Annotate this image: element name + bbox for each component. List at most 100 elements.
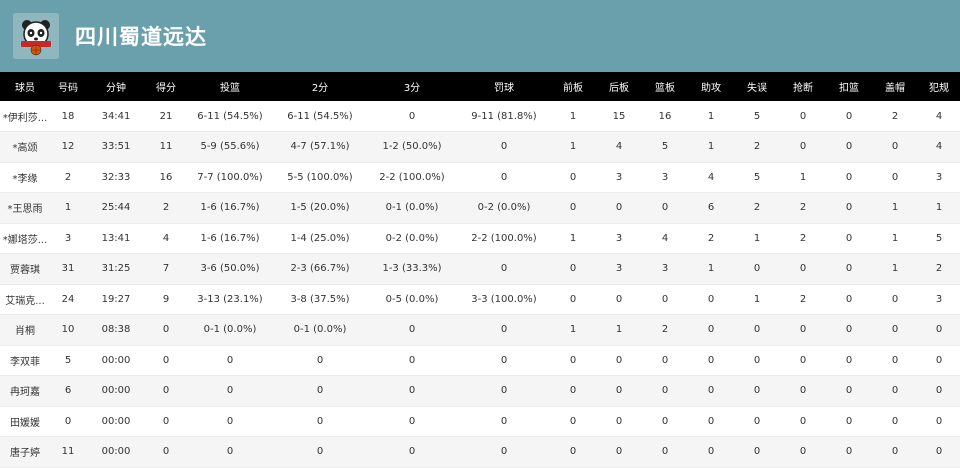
player-name-cell[interactable]: 肖桐 bbox=[0, 314, 50, 346]
player-name-cell[interactable]: *李缘 bbox=[0, 162, 50, 193]
stat-cell: 1-6 (16.7%) bbox=[186, 192, 274, 224]
stat-cell: 32:33 bbox=[86, 162, 146, 193]
column-header[interactable]: 球员 bbox=[0, 72, 50, 101]
player-name-cell[interactable]: *高颂 bbox=[0, 131, 50, 163]
table-row[interactable]: 艾瑞克... 24 19:27 9 3-13 (23.1%) 3-8 (37.5%) 0-5… bbox=[0, 284, 960, 315]
column-header[interactable]: 2分 bbox=[274, 72, 366, 101]
stat-cell: 0 bbox=[872, 131, 918, 163]
table-row[interactable]: 唐子婷 11 00:00 0 0 0 0 0 0 0 0 0 0 0 0 0 0 bbox=[0, 436, 960, 468]
stat-cell: 0 bbox=[186, 375, 274, 407]
column-header[interactable]: 扣篮 bbox=[826, 72, 872, 101]
table-row[interactable]: 贾蓉琪 31 31:25 7 3-6 (50.0%) 2-3 (66.7%) 1-3 (33… bbox=[0, 253, 960, 285]
stat-cell: 0 bbox=[366, 314, 458, 346]
stat-cell: 0 bbox=[734, 406, 780, 437]
table-row[interactable]: 肖桐 10 08:38 0 0-1 (0.0%) 0-1 (0.0%) 0 0 1 1 2 0 0 0 0 0… bbox=[0, 314, 960, 346]
stat-cell: 0 bbox=[734, 375, 780, 407]
stat-cell: 2 bbox=[918, 253, 960, 285]
stat-cell: 0 bbox=[688, 406, 734, 437]
player-stats-table: 球员 号码 分钟 得分 投篮 2分 3分 罚球 前板 后板 篮板 助攻 失误 抢断 扣篮 盖帽 犯规 *伊利莎.… bbox=[0, 72, 960, 468]
stat-cell: 2-3 (66.7%) bbox=[274, 253, 366, 285]
stat-cell: 0 bbox=[550, 375, 596, 407]
stat-cell: 0 bbox=[642, 375, 688, 407]
stat-cell: 0 bbox=[274, 406, 366, 437]
stat-cell: 0 bbox=[458, 375, 550, 407]
stat-cell: 34:41 bbox=[86, 101, 146, 132]
stat-cell: 5 bbox=[642, 131, 688, 163]
stat-cell: 0 bbox=[826, 436, 872, 468]
stat-cell: 6 bbox=[688, 192, 734, 224]
stat-cell: 0 bbox=[780, 375, 826, 407]
stat-cell: 0 bbox=[734, 345, 780, 376]
stat-cell: 0 bbox=[550, 284, 596, 315]
stat-cell: 0 bbox=[780, 406, 826, 437]
table-body: *伊利莎... 18 34:41 21 6-11 (54.5%) 6-11 (54.5%)… bbox=[0, 101, 960, 468]
player-name-cell[interactable]: 艾瑞克... bbox=[0, 284, 50, 315]
player-name-cell[interactable]: *伊利莎... bbox=[0, 101, 50, 132]
column-header[interactable]: 投篮 bbox=[186, 72, 274, 101]
stat-cell: 4 bbox=[918, 131, 960, 163]
table-row[interactable]: 李双菲 5 00:00 0 0 0 0 0 0 0 0 0 0 0 0 0 0 bbox=[0, 345, 960, 376]
stat-cell: 0 bbox=[918, 345, 960, 376]
stat-cell: 1 bbox=[734, 223, 780, 254]
column-header[interactable]: 3分 bbox=[366, 72, 458, 101]
column-header[interactable]: 篮板 bbox=[642, 72, 688, 101]
stat-cell: 1 bbox=[596, 314, 642, 346]
stat-cell: 15 bbox=[596, 101, 642, 132]
column-header[interactable]: 助攻 bbox=[688, 72, 734, 101]
column-header[interactable]: 号码 bbox=[50, 72, 86, 101]
stat-cell: 0 bbox=[734, 253, 780, 285]
table-row[interactable]: *高颂 12 33:51 11 5-9 (55.6%) 4-7 (57.1%) 1-2 (5… bbox=[0, 131, 960, 163]
table-row[interactable]: 冉珂嘉 6 00:00 0 0 0 0 0 0 0 0 0 0 0 0 0 0 bbox=[0, 375, 960, 407]
stat-cell: 2 bbox=[872, 101, 918, 132]
table-row[interactable]: *李缘 2 32:33 16 7-7 (100.0%) 5-5 (100.0%) 2-2 (… bbox=[0, 162, 960, 193]
table-row[interactable]: *王思雨 1 25:44 2 1-6 (16.7%) 1-5 (20.0%) 0-1 (0.… bbox=[0, 192, 960, 224]
player-name-cell[interactable]: 贾蓉琪 bbox=[0, 253, 50, 285]
stat-cell: 0 bbox=[734, 314, 780, 346]
column-header[interactable]: 前板 bbox=[550, 72, 596, 101]
column-header[interactable]: 盖帽 bbox=[872, 72, 918, 101]
player-name-cell[interactable]: 唐子婷 bbox=[0, 436, 50, 468]
stat-cell: 0 bbox=[274, 375, 366, 407]
stat-cell: 0 bbox=[688, 375, 734, 407]
stat-cell: 00:00 bbox=[86, 345, 146, 376]
stat-cell: 0 bbox=[780, 314, 826, 346]
column-header[interactable]: 得分 bbox=[146, 72, 186, 101]
column-header[interactable]: 失误 bbox=[734, 72, 780, 101]
stat-cell: 0 bbox=[458, 345, 550, 376]
stat-cell: 1 bbox=[550, 131, 596, 163]
stat-cell: 4 bbox=[146, 223, 186, 254]
column-header[interactable]: 罚球 bbox=[458, 72, 550, 101]
column-header[interactable]: 抢断 bbox=[780, 72, 826, 101]
stat-cell: 00:00 bbox=[86, 436, 146, 468]
table-row[interactable]: *娜塔莎... 3 13:41 4 1-6 (16.7%) 1-4 (25.0%) 0-2 … bbox=[0, 223, 960, 254]
stat-cell: 2 bbox=[734, 192, 780, 224]
stat-cell: 3 bbox=[596, 162, 642, 193]
stat-cell: 0 bbox=[458, 406, 550, 437]
column-header[interactable]: 犯规 bbox=[918, 72, 960, 101]
stat-cell: 31:25 bbox=[86, 253, 146, 285]
table-row[interactable]: 田媛媛 0 00:00 0 0 0 0 0 0 0 0 0 0 0 0 0 0 bbox=[0, 406, 960, 437]
stat-cell: 0 bbox=[642, 436, 688, 468]
stat-cell: 0 bbox=[596, 436, 642, 468]
stat-cell: 0 bbox=[596, 192, 642, 224]
player-name-cell[interactable]: 田媛媛 bbox=[0, 406, 50, 437]
stat-cell: 00:00 bbox=[86, 406, 146, 437]
stat-cell: 25:44 bbox=[86, 192, 146, 224]
stat-cell: 5-9 (55.6%) bbox=[186, 131, 274, 163]
stat-cell: 24 bbox=[50, 284, 86, 315]
player-name-cell[interactable]: 李双菲 bbox=[0, 345, 50, 376]
player-name-cell[interactable]: *娜塔莎... bbox=[0, 223, 50, 254]
stat-cell: 0-2 (0.0%) bbox=[458, 192, 550, 224]
column-header[interactable]: 后板 bbox=[596, 72, 642, 101]
stat-cell: 3-6 (50.0%) bbox=[186, 253, 274, 285]
player-name-cell[interactable]: *王思雨 bbox=[0, 192, 50, 224]
stat-cell: 1 bbox=[780, 162, 826, 193]
stat-cell: 2 bbox=[688, 223, 734, 254]
stat-cell: 21 bbox=[146, 101, 186, 132]
table-row[interactable]: *伊利莎... 18 34:41 21 6-11 (54.5%) 6-11 (54.5%)… bbox=[0, 101, 960, 132]
player-name-cell[interactable]: 冉珂嘉 bbox=[0, 375, 50, 407]
column-header[interactable]: 分钟 bbox=[86, 72, 146, 101]
stat-cell: 2-2 (100.0%) bbox=[458, 223, 550, 254]
stat-cell: 0 bbox=[734, 436, 780, 468]
stat-cell: 2 bbox=[780, 284, 826, 315]
